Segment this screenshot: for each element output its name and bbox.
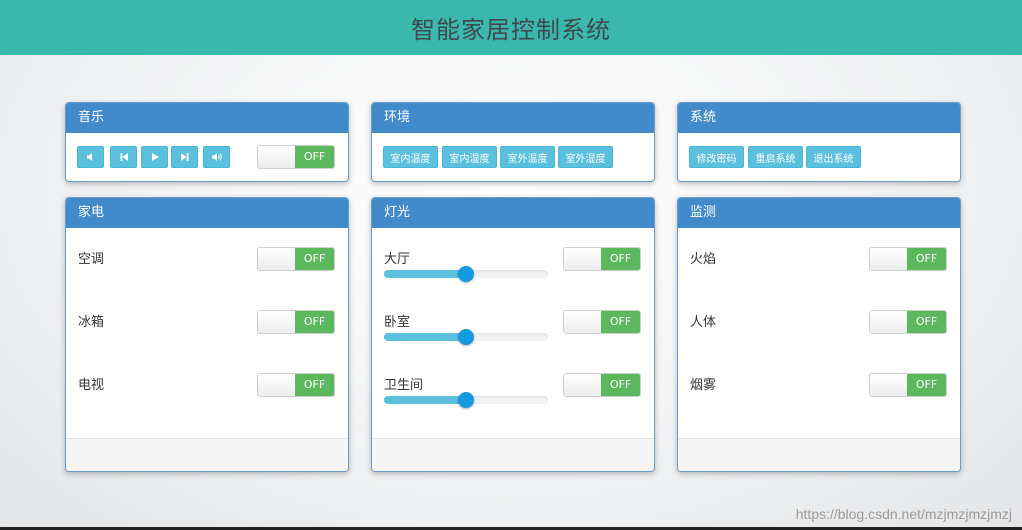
restart-system-button[interactable]: 重启系统 bbox=[748, 146, 803, 168]
bathroom-brightness-slider[interactable] bbox=[384, 392, 548, 408]
switch-knob bbox=[564, 248, 603, 270]
indoor-humidity-button[interactable]: 室内湿度 bbox=[442, 146, 497, 168]
environment-panel-title: 环境 bbox=[372, 103, 654, 133]
volume-down-icon bbox=[86, 153, 92, 161]
page-title: 智能家居控制系统 bbox=[411, 16, 611, 44]
appliance-label: 电视 bbox=[78, 378, 105, 393]
app-header: 智能家居控制系统 bbox=[0, 0, 1022, 55]
indoor-temperature-button[interactable]: 室内温度 bbox=[383, 146, 438, 168]
bathroom-light-switch[interactable]: OFF bbox=[563, 373, 641, 397]
lights-panel: 灯光 大厅 OFF 卧室 OFF 卫生间 OFF bbox=[371, 197, 655, 472]
play-icon bbox=[151, 153, 159, 161]
hall-brightness-slider[interactable] bbox=[384, 266, 548, 282]
switch-knob bbox=[870, 374, 909, 396]
music-switch[interactable]: OFF bbox=[257, 145, 335, 169]
previous-button[interactable] bbox=[110, 146, 137, 168]
appliances-panel: 家电 空调 OFF 冰箱 OFF 电视 OFF bbox=[65, 197, 349, 472]
outdoor-humidity-button[interactable]: 室外湿度 bbox=[558, 146, 613, 168]
volume-up-button[interactable] bbox=[203, 146, 230, 168]
monitoring-panel: 监测 火焰 OFF 人体 OFF 烟雾 OFF bbox=[677, 197, 961, 472]
next-button[interactable] bbox=[171, 146, 198, 168]
bedroom-brightness-slider[interactable] bbox=[384, 329, 548, 345]
switch-knob bbox=[258, 374, 297, 396]
air-conditioner-switch[interactable]: OFF bbox=[257, 247, 335, 271]
flame-sensor-switch[interactable]: OFF bbox=[869, 247, 947, 271]
appliance-label: 空调 bbox=[78, 252, 105, 267]
switch-state: OFF bbox=[601, 374, 640, 396]
environment-panel: 环境 室内温度 室内湿度 室外温度 室外湿度 bbox=[371, 102, 655, 182]
slider-handle[interactable] bbox=[458, 329, 474, 345]
sensor-label: 火焰 bbox=[690, 252, 717, 267]
change-password-button[interactable]: 修改密码 bbox=[689, 146, 744, 168]
panel-footer bbox=[66, 438, 348, 471]
volume-down-button[interactable] bbox=[77, 146, 104, 168]
monitoring-panel-title: 监测 bbox=[678, 198, 960, 228]
slider-handle[interactable] bbox=[458, 392, 474, 408]
switch-state: OFF bbox=[295, 248, 334, 270]
outdoor-temperature-button[interactable]: 室外温度 bbox=[500, 146, 555, 168]
step-backward-icon bbox=[120, 153, 128, 161]
switch-state: OFF bbox=[295, 311, 334, 333]
switch-state: OFF bbox=[907, 311, 946, 333]
hall-light-switch[interactable]: OFF bbox=[563, 247, 641, 271]
switch-state: OFF bbox=[601, 248, 640, 270]
system-panel: 系统 修改密码 重启系统 退出系统 bbox=[677, 102, 961, 182]
bedroom-light-switch[interactable]: OFF bbox=[563, 310, 641, 334]
switch-knob bbox=[258, 248, 297, 270]
appliance-label: 冰箱 bbox=[78, 315, 105, 330]
step-forward-icon bbox=[180, 153, 188, 161]
music-panel: 音乐 OFF bbox=[65, 102, 349, 182]
switch-state: OFF bbox=[601, 311, 640, 333]
music-panel-title: 音乐 bbox=[66, 103, 348, 133]
sensor-label: 烟雾 bbox=[690, 378, 717, 393]
system-panel-title: 系统 bbox=[678, 103, 960, 133]
switch-state: OFF bbox=[907, 248, 946, 270]
switch-state: OFF bbox=[907, 374, 946, 396]
play-button[interactable] bbox=[141, 146, 168, 168]
switch-state: OFF bbox=[295, 374, 334, 396]
appliances-panel-title: 家电 bbox=[66, 198, 348, 228]
switch-knob bbox=[258, 146, 297, 168]
watermark-url: https://blog.csdn.net/mzjmzjmzjmzj bbox=[795, 506, 1012, 522]
switch-state: OFF bbox=[295, 146, 334, 168]
lights-panel-title: 灯光 bbox=[372, 198, 654, 228]
slider-fill bbox=[384, 396, 466, 404]
sensor-label: 人体 bbox=[690, 315, 717, 330]
smoke-sensor-switch[interactable]: OFF bbox=[869, 373, 947, 397]
slider-handle[interactable] bbox=[458, 266, 474, 282]
switch-knob bbox=[258, 311, 297, 333]
switch-knob bbox=[564, 311, 603, 333]
light-label: 卧室 bbox=[384, 315, 411, 330]
light-label: 大厅 bbox=[384, 252, 411, 267]
panel-footer bbox=[372, 438, 654, 471]
human-sensor-switch[interactable]: OFF bbox=[869, 310, 947, 334]
panel-footer bbox=[678, 438, 960, 471]
switch-knob bbox=[870, 311, 909, 333]
slider-fill bbox=[384, 270, 466, 278]
switch-knob bbox=[870, 248, 909, 270]
slider-fill bbox=[384, 333, 466, 341]
exit-system-button[interactable]: 退出系统 bbox=[806, 146, 861, 168]
volume-up-icon bbox=[211, 153, 222, 161]
switch-knob bbox=[564, 374, 603, 396]
light-label: 卫生间 bbox=[384, 378, 424, 393]
refrigerator-switch[interactable]: OFF bbox=[257, 310, 335, 334]
television-switch[interactable]: OFF bbox=[257, 373, 335, 397]
